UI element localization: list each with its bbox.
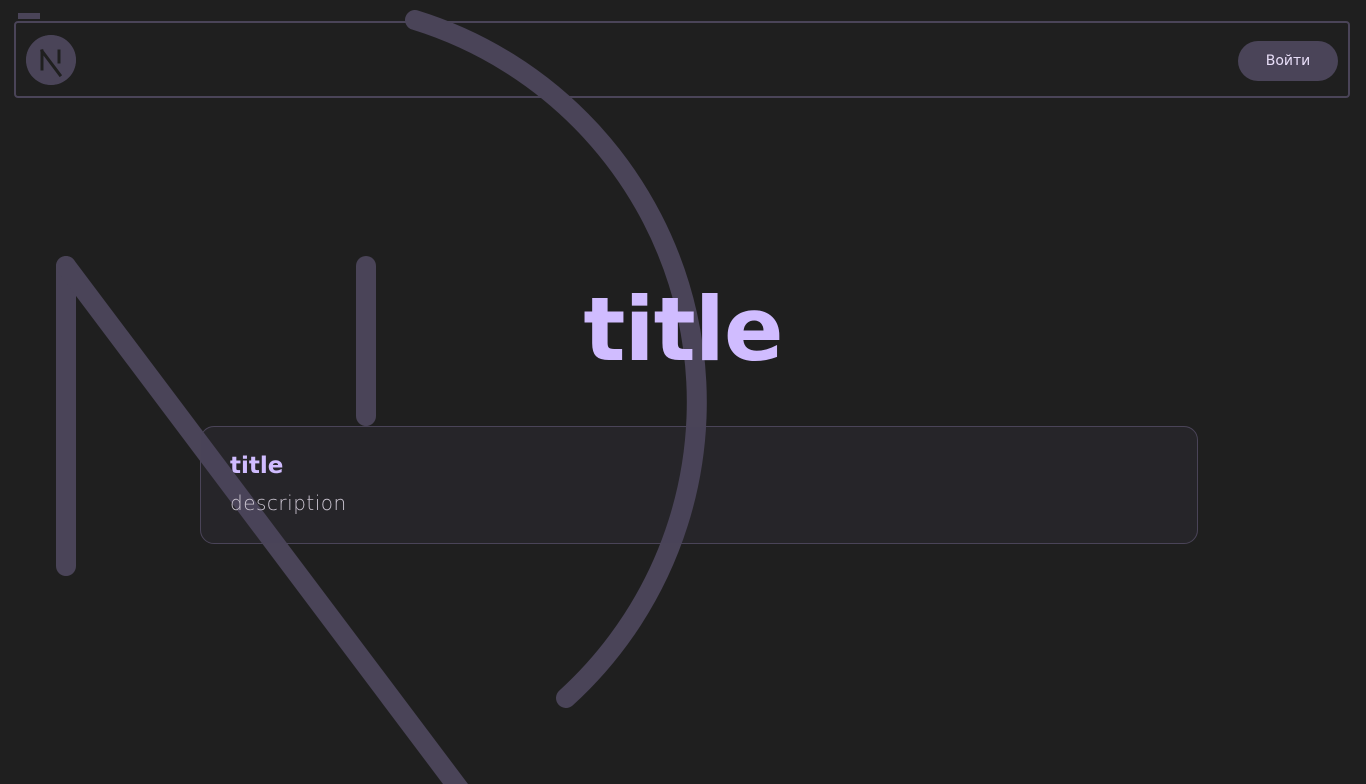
info-card[interactable]: title description	[200, 426, 1198, 544]
nextjs-logo-icon[interactable]	[26, 35, 76, 85]
card-title: title	[230, 453, 284, 479]
card-description: description	[230, 491, 347, 515]
page: Войти title title description	[0, 0, 1366, 784]
background-nextjs-logo-icon	[18, 10, 707, 784]
login-button[interactable]: Войти	[1238, 41, 1338, 81]
page-title: title	[583, 278, 783, 381]
top-navbar: Войти	[14, 21, 1350, 98]
